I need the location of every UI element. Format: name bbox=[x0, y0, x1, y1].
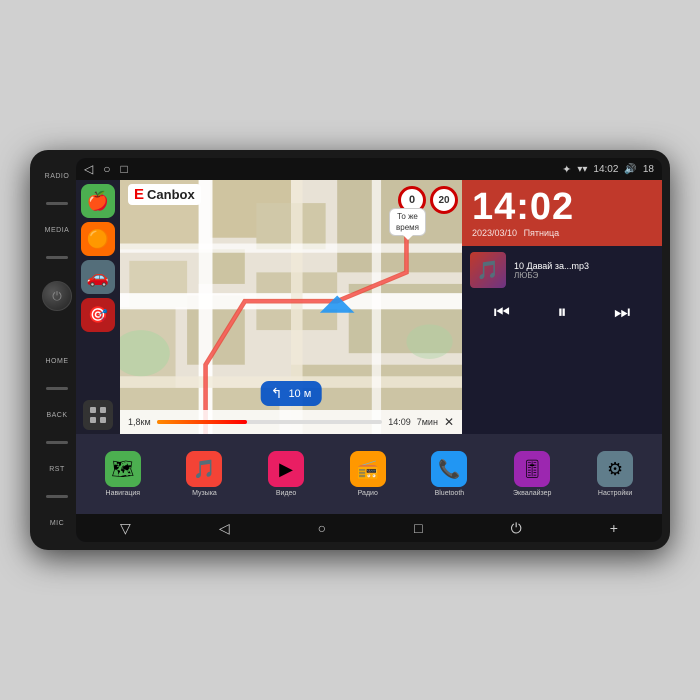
nav-app[interactable]: 🗺 Навигация bbox=[105, 451, 141, 497]
bluetooth-app-label: Bluetooth bbox=[435, 490, 465, 497]
map-tooltip: То же время bbox=[389, 208, 426, 236]
side-controls: RADIO MEDIA ⏻ HOME BACK RST MIC bbox=[38, 158, 76, 542]
car-icon[interactable]: 🚗 bbox=[81, 260, 115, 294]
speed-limit-sign: 20 bbox=[430, 186, 458, 214]
app-tray: 🗺 Навигация 🎵 Музыка ▶ Видео 📻 Радио 📞 B… bbox=[76, 434, 662, 514]
radio-app[interactable]: 📻 Радио bbox=[350, 451, 386, 497]
spacer-1 bbox=[46, 333, 68, 336]
canbox-logo: E Canbox bbox=[128, 184, 201, 205]
radio-label: RADIO bbox=[45, 173, 70, 180]
now-playing-row: 🎵 10 Давай за...mp3 ЛЮБЭ bbox=[470, 252, 654, 288]
music-controls: ⏮ ⏸ ⏭ bbox=[470, 294, 654, 331]
nav-app-label: Навигация bbox=[106, 490, 141, 497]
home-label: HOME bbox=[46, 358, 69, 365]
album-art-visual: 🎵 bbox=[470, 252, 506, 288]
close-route-btn[interactable]: ✕ bbox=[444, 415, 454, 429]
settings-app-label: Настройки bbox=[598, 490, 632, 497]
status-nav: ◁ ○ □ bbox=[84, 162, 128, 176]
mic-label: MIC bbox=[50, 520, 64, 527]
video-app[interactable]: ▶ Видео bbox=[268, 451, 304, 497]
video-app-icon: ▶ bbox=[268, 451, 304, 487]
nav-instruction: ↰ 10 м bbox=[261, 381, 322, 406]
bottom-nav-btn-5[interactable]: + bbox=[602, 516, 626, 540]
target-icon[interactable]: 🎯 bbox=[81, 298, 115, 332]
nav-back-btn[interactable]: ◁ bbox=[84, 162, 93, 176]
clock-date: 2023/03/10 Пятница bbox=[472, 228, 652, 238]
bluetooth-status-icon: ✦ bbox=[562, 163, 571, 176]
nav-recent-btn[interactable]: □ bbox=[120, 162, 127, 176]
status-bar: ◁ ○ □ ✦ ▾▾ 14:02 🔊 18 bbox=[76, 158, 662, 180]
radio-app-label: Радио bbox=[358, 490, 378, 497]
clock-time: 14:02 bbox=[472, 188, 652, 226]
bottom-nav-btn-4[interactable]: ⏻ bbox=[503, 516, 530, 541]
radio-app-icon: 📻 bbox=[350, 451, 386, 487]
distance-remaining: 1,8км bbox=[128, 417, 151, 427]
back-label: BACK bbox=[46, 412, 67, 419]
music-app-icon: 🎵 bbox=[186, 451, 222, 487]
settings-app-icon: ⚙ bbox=[597, 451, 633, 487]
battery-status: 18 bbox=[643, 164, 654, 175]
next-track-btn[interactable]: ⏭ bbox=[610, 298, 634, 327]
clock-widget: 14:02 2023/03/10 Пятница bbox=[462, 180, 662, 246]
play-pause-btn[interactable]: ⏸ bbox=[554, 298, 571, 327]
music-widget: 🎵 10 Давай за...mp3 ЛЮБЭ ⏮ ⏸ ⏭ bbox=[462, 246, 662, 434]
nav-distance: 10 м bbox=[288, 388, 311, 400]
wifi-status-icon: ▾▾ bbox=[577, 164, 587, 175]
volume-icon: 🔊 bbox=[624, 164, 636, 175]
bottom-nav-btn-3[interactable]: □ bbox=[406, 516, 430, 540]
map-area: E Canbox 0 20 То же время bbox=[120, 180, 462, 434]
rst-btn[interactable] bbox=[46, 495, 68, 498]
carplay-icon[interactable]: 🍎 bbox=[81, 184, 115, 218]
music-app-label: Музыка bbox=[192, 490, 217, 497]
eq-app-icon: 🎚 bbox=[514, 451, 550, 487]
power-knob[interactable]: ⏻ bbox=[42, 281, 72, 311]
bottom-nav-btn-1[interactable]: ◁ bbox=[211, 516, 238, 541]
map-bottom-bar: 1,8км 14:09 7мин ✕ bbox=[120, 410, 462, 434]
main-area: 🍎 🟠 🚗 🎯 bbox=[76, 180, 662, 434]
status-icons: ✦ ▾▾ 14:02 🔊 18 bbox=[562, 163, 654, 176]
eta-time: 14:09 bbox=[388, 417, 411, 427]
right-panel: 14:02 2023/03/10 Пятница 🎵 10 Давай за..… bbox=[462, 180, 662, 434]
home-btn[interactable] bbox=[46, 387, 68, 390]
grid-menu-btn[interactable] bbox=[83, 400, 113, 430]
rst-label: RST bbox=[49, 466, 65, 473]
canbox-brand: Canbox bbox=[147, 187, 195, 202]
time-remaining: 7мин bbox=[417, 417, 438, 427]
nav-app-icon: 🗺 bbox=[105, 451, 141, 487]
eq-app[interactable]: 🎚 Эквалайзер bbox=[513, 451, 551, 497]
media-btn[interactable] bbox=[46, 256, 68, 259]
bluetooth-app[interactable]: 📞 Bluetooth bbox=[431, 451, 467, 497]
album-art: 🎵 bbox=[470, 252, 506, 288]
bluetooth-app-icon: 📞 bbox=[431, 451, 467, 487]
track-info: 10 Давай за...mp3 ЛЮБЭ bbox=[514, 261, 654, 280]
bottom-nav-btn-0[interactable]: ▽ bbox=[112, 516, 139, 541]
route-progress-bar bbox=[157, 420, 383, 424]
settings-app[interactable]: ⚙ Настройки bbox=[597, 451, 633, 497]
music-app[interactable]: 🎵 Музыка bbox=[186, 451, 222, 497]
car-unit: RADIO MEDIA ⏻ HOME BACK RST MIC ◁ ○ □ ✦ … bbox=[30, 150, 670, 550]
orange-app-icon[interactable]: 🟠 bbox=[81, 222, 115, 256]
route-progress-fill bbox=[157, 420, 247, 424]
nav-direction-icon: ↰ bbox=[271, 385, 283, 402]
eq-app-label: Эквалайзер bbox=[513, 490, 551, 497]
map-header: E Canbox bbox=[128, 184, 201, 205]
media-label: MEDIA bbox=[45, 227, 70, 234]
prev-track-btn[interactable]: ⏮ bbox=[490, 298, 514, 327]
clock-status: 14:02 bbox=[593, 164, 618, 175]
left-sidebar: 🍎 🟠 🚗 🎯 bbox=[76, 180, 120, 434]
nav-home-btn[interactable]: ○ bbox=[103, 162, 110, 176]
bottom-nav: ▽ ◁ ○ □ ⏻ + bbox=[76, 514, 662, 542]
track-artist: ЛЮБЭ bbox=[514, 271, 654, 280]
back-btn[interactable] bbox=[46, 441, 68, 444]
screen: ◁ ○ □ ✦ ▾▾ 14:02 🔊 18 🍎 🟠 🚗 🎯 bbox=[76, 158, 662, 542]
bottom-nav-btn-2[interactable]: ○ bbox=[310, 516, 334, 540]
video-app-label: Видео bbox=[276, 490, 296, 497]
track-name: 10 Давай за...mp3 bbox=[514, 261, 654, 271]
canbox-e-icon: E bbox=[134, 186, 144, 203]
radio-btn[interactable] bbox=[46, 202, 68, 205]
